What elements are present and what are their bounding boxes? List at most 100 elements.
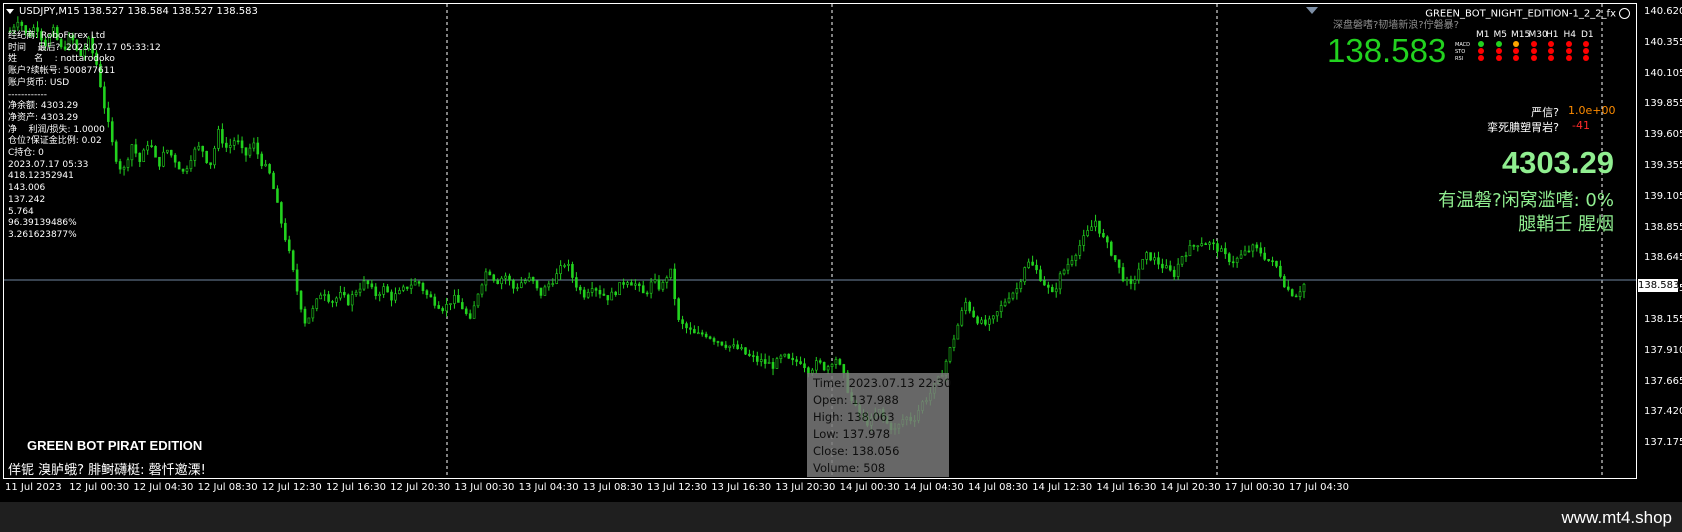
signal-dot-icon xyxy=(1495,55,1502,61)
candle xyxy=(252,137,256,152)
chart-window[interactable]: USDJPY,M15 138.527 138.584 138.527 138.5… xyxy=(0,0,1682,502)
candle-body xyxy=(575,277,578,288)
candle xyxy=(244,147,248,162)
candle-body xyxy=(1200,243,1204,247)
signal-dot-icon xyxy=(1495,48,1502,54)
timeframe-label: D1 xyxy=(1581,30,1594,40)
candle xyxy=(405,286,409,291)
timeframe-label: M1 xyxy=(1476,30,1490,40)
candle xyxy=(1035,259,1038,274)
candle xyxy=(638,281,641,292)
candle-body xyxy=(209,162,212,166)
candle-body xyxy=(948,347,952,362)
candle xyxy=(323,289,326,301)
candle-body xyxy=(1031,261,1034,266)
info-line: 账户货币: USD xyxy=(8,77,70,88)
candle-body xyxy=(405,286,409,289)
candle xyxy=(354,289,358,297)
candle-body xyxy=(295,269,299,292)
time-tick-label: 13 Jul 08:30 xyxy=(582,482,643,493)
signal-dot-icon xyxy=(1530,48,1537,54)
candle-body xyxy=(1106,236,1109,243)
candle-body xyxy=(508,275,511,281)
candle xyxy=(1141,259,1145,270)
candle xyxy=(382,283,385,298)
candle xyxy=(500,276,503,290)
candle xyxy=(284,218,287,242)
candle xyxy=(995,311,999,322)
candle xyxy=(787,353,791,360)
candle xyxy=(464,306,468,316)
candle-body xyxy=(1188,245,1192,257)
candle xyxy=(331,299,334,308)
candle xyxy=(700,329,704,337)
candle-body xyxy=(409,284,413,289)
candle xyxy=(1235,256,1239,268)
candle-body xyxy=(1090,226,1093,231)
candle-body xyxy=(1172,269,1176,277)
candle xyxy=(799,356,802,365)
candle-body xyxy=(413,281,417,286)
price-tick-label: 139.855 xyxy=(1644,98,1682,110)
candle xyxy=(1180,255,1184,267)
balance-display: 4303.29 xyxy=(1501,145,1614,180)
candle-body xyxy=(535,280,539,289)
candle xyxy=(1003,298,1007,308)
candle-body xyxy=(264,164,267,167)
profit-line: 有温磐?闲窝滥嗜: 0% xyxy=(1438,190,1614,211)
candle xyxy=(1290,288,1294,297)
timeframe-label: M5 xyxy=(1493,30,1508,40)
candle-body xyxy=(1145,252,1148,260)
candle-body xyxy=(453,294,456,304)
candle-body xyxy=(767,362,771,364)
candle xyxy=(476,293,480,309)
candle xyxy=(814,356,818,374)
candle xyxy=(1196,245,1200,252)
candle xyxy=(1039,265,1042,282)
candle xyxy=(205,150,208,164)
candle xyxy=(276,185,279,203)
candle xyxy=(818,358,822,365)
candle xyxy=(1176,258,1180,280)
candle xyxy=(988,315,991,331)
info-line: 时间 最后? 2023.07.17 05:33:12 xyxy=(8,42,161,53)
chart-shift-marker-icon[interactable] xyxy=(1306,7,1318,14)
candle-body xyxy=(834,359,838,365)
candle xyxy=(512,278,515,294)
candle-body xyxy=(315,298,319,309)
candle-body xyxy=(382,286,385,295)
candle xyxy=(1047,281,1050,294)
candle-body xyxy=(484,271,488,286)
candle xyxy=(468,309,472,320)
candle xyxy=(999,300,1003,318)
signal-dot-icon xyxy=(1548,41,1554,47)
candle-body xyxy=(602,293,606,296)
candle-body xyxy=(1239,254,1243,259)
candle xyxy=(1153,252,1156,265)
account-info-panel: 经纪商: RoboForex Ltd 时间 最后? 2023.07.17 05:3… xyxy=(8,31,161,242)
candle xyxy=(1125,276,1129,286)
candle xyxy=(1098,220,1101,238)
tooltip-close: Close: 138.056 xyxy=(813,444,900,458)
candle xyxy=(1019,278,1023,293)
spread-label: 严信? xyxy=(1531,106,1559,119)
time-tick-label: 12 Jul 12:30 xyxy=(261,482,322,493)
candle-body xyxy=(1227,253,1231,263)
candle xyxy=(755,351,759,366)
candle-body xyxy=(649,281,653,294)
smiley-icon[interactable] xyxy=(1619,8,1630,19)
info-line: 96.39139486% xyxy=(8,218,77,229)
candle xyxy=(346,293,350,306)
info-line: 净资产: 4303.29 xyxy=(8,112,79,123)
candle-body xyxy=(1109,241,1113,256)
candle xyxy=(1074,253,1078,267)
timeframe-label: H1 xyxy=(1546,30,1559,40)
candle-body xyxy=(1283,276,1286,288)
candle-body xyxy=(1007,297,1011,303)
candle xyxy=(453,289,456,309)
candle xyxy=(539,287,543,299)
candle xyxy=(673,263,676,306)
signal-dot-icon xyxy=(1495,41,1502,47)
candle xyxy=(586,288,590,299)
dropdown-triangle-icon[interactable] xyxy=(6,8,14,14)
